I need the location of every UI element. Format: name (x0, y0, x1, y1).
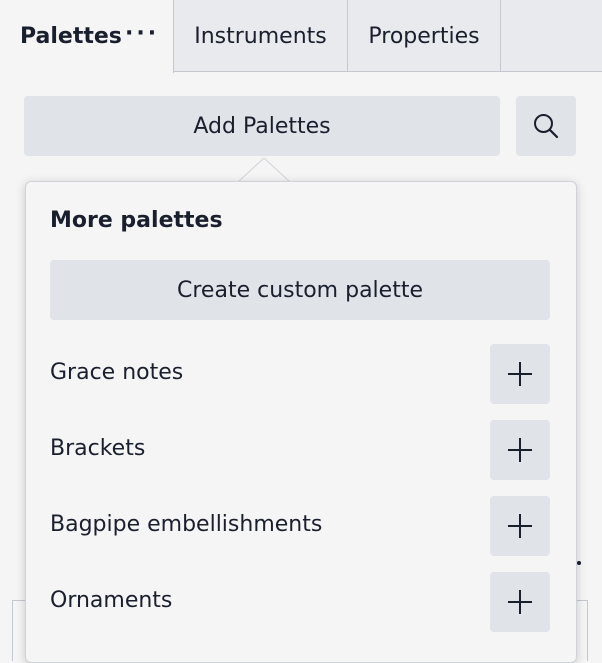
add-palettes-label: Add Palettes (193, 113, 331, 139)
palette-name: Bagpipe embellishments (50, 512, 323, 537)
list-item: Grace notes (50, 344, 550, 404)
tab-instruments-label: Instruments (194, 23, 327, 49)
list-item: Bagpipe embellishments (50, 496, 550, 556)
search-button[interactable] (516, 96, 576, 156)
palettes-menu-button[interactable]: ··· (125, 23, 159, 45)
add-bagpipe-embellishments-button[interactable] (490, 496, 550, 556)
tab-palettes-label: Palettes (20, 24, 122, 49)
add-grace-notes-button[interactable] (490, 344, 550, 404)
search-icon (534, 114, 559, 139)
more-palettes-popup: More palettes Create custom palette Grac… (25, 181, 577, 663)
add-brackets-button[interactable] (490, 420, 550, 480)
add-ornaments-button[interactable] (490, 572, 550, 632)
list-item: Brackets (50, 420, 550, 480)
plus-icon (508, 514, 532, 538)
list-item: Ornaments (50, 572, 550, 632)
create-custom-palette-label: Create custom palette (177, 277, 423, 303)
create-custom-palette-button[interactable]: Create custom palette (50, 260, 550, 320)
panel-tabbar: Palettes ··· Instruments Properties (0, 0, 602, 73)
tab-properties[interactable]: Properties (348, 0, 501, 72)
palette-name: Brackets (50, 436, 146, 461)
tab-instruments[interactable]: Instruments (174, 0, 348, 72)
plus-icon (508, 362, 532, 386)
add-palettes-button[interactable]: Add Palettes (24, 96, 500, 156)
tab-properties-label: Properties (368, 23, 480, 49)
background-dot (577, 561, 581, 565)
palette-name: Grace notes (50, 360, 184, 385)
popup-title: More palettes (50, 208, 223, 233)
palette-name: Ornaments (50, 588, 173, 613)
plus-icon (508, 590, 532, 614)
plus-icon (508, 438, 532, 462)
